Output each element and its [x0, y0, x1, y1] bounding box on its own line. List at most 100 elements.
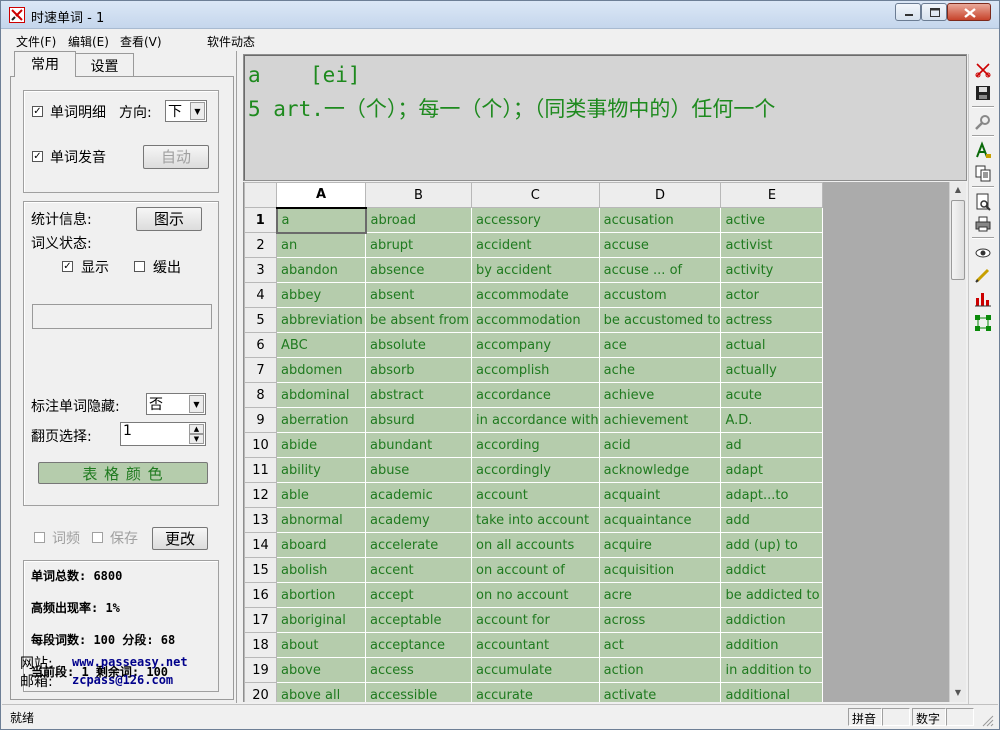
grid-cell[interactable]: across [598, 607, 722, 633]
grid-cell[interactable]: account for [471, 607, 600, 633]
row-header[interactable]: 14 [244, 532, 277, 558]
save-icon[interactable] [973, 83, 993, 103]
grid-cell[interactable]: aberration [276, 407, 366, 433]
menu-file[interactable]: 文件(F) [16, 33, 56, 50]
grid-cell[interactable]: actual [720, 332, 824, 358]
grid-cell[interactable]: acquaint [598, 482, 722, 508]
detail-checkbox[interactable]: ✓ [32, 106, 43, 117]
close-button[interactable] [947, 3, 991, 21]
grid-cell[interactable]: accelerate [365, 532, 472, 558]
grid-cell[interactable]: absorb [365, 357, 472, 383]
vertical-scrollbar[interactable]: ▲ ▼ [949, 182, 966, 702]
grid-cell[interactable]: be accustomed to [598, 307, 722, 333]
scroll-thumb[interactable] [951, 200, 965, 280]
column-header-d[interactable]: D [598, 182, 722, 208]
grid-cell[interactable]: accompany [471, 332, 600, 358]
grid-cell[interactable]: acceptable [365, 607, 472, 633]
grid-cell[interactable]: take into account [471, 507, 600, 533]
grid-cell[interactable]: accurate [471, 682, 600, 702]
row-header[interactable]: 13 [244, 507, 277, 533]
row-header[interactable]: 5 [244, 307, 277, 333]
grid-cell[interactable]: accordingly [471, 457, 600, 483]
grid-cell[interactable]: accumulate [471, 657, 600, 683]
menu-news[interactable]: 软件动态 [207, 33, 255, 50]
grid-cell[interactable]: be absent from [365, 307, 472, 333]
grid-cell[interactable]: additional [720, 682, 824, 702]
grid-cell[interactable]: be addicted to [720, 582, 824, 608]
grid-cell[interactable]: actor [720, 282, 824, 308]
grid-cell[interactable]: in addition to [720, 657, 824, 683]
grid-cell[interactable]: accident [471, 232, 600, 258]
grid-cell[interactable]: adapt...to [720, 482, 824, 508]
grid-cell[interactable]: able [276, 482, 366, 508]
grid-cell[interactable]: ace [598, 332, 722, 358]
bar-chart-icon[interactable] [973, 289, 993, 309]
grid-cell[interactable]: by accident [471, 257, 600, 283]
grid-cell[interactable]: accent [365, 557, 472, 583]
grid-cell[interactable]: abuse [365, 457, 472, 483]
grid-cell[interactable]: about [276, 632, 366, 658]
grid-cell[interactable]: accommodation [471, 307, 600, 333]
save-checkbox[interactable] [92, 532, 103, 543]
grid-cell[interactable]: activist [720, 232, 824, 258]
grid-cell[interactable]: abroad [365, 207, 472, 233]
row-header[interactable]: 11 [244, 457, 277, 483]
row-header[interactable]: 19 [244, 657, 277, 683]
row-header[interactable]: 10 [244, 432, 277, 458]
column-header-a[interactable]: A [276, 182, 366, 209]
grid-cell[interactable]: accusation [598, 207, 722, 233]
menu-edit[interactable]: 编辑(E) [68, 33, 109, 50]
chart-button[interactable]: 图示 [136, 207, 202, 231]
column-header-b[interactable]: B [365, 182, 472, 208]
grid-cell[interactable]: on no account [471, 582, 600, 608]
grid-cell[interactable]: according [471, 432, 600, 458]
row-header[interactable]: 12 [244, 482, 277, 508]
show-checkbox[interactable]: ✓ [62, 261, 73, 272]
hide-select[interactable]: 否 ▼ [146, 393, 206, 415]
grid-cell[interactable]: action [598, 657, 722, 683]
grid-cell[interactable]: active [720, 207, 824, 233]
row-header[interactable]: 3 [244, 257, 277, 283]
grid-cell[interactable]: accessible [365, 682, 472, 702]
copy-icon[interactable] [973, 163, 993, 183]
grid-cell[interactable]: abnormal [276, 507, 366, 533]
grid-cell[interactable]: abolish [276, 557, 366, 583]
grid-cell[interactable]: in accordance with [471, 407, 600, 433]
resize-grip-icon[interactable] [980, 713, 994, 727]
scroll-down-icon[interactable]: ▼ [950, 685, 966, 701]
title-bar[interactable]: 时速单词 - 1 [1, 1, 999, 29]
menu-view[interactable]: 查看(V) [120, 33, 162, 50]
grid-cell[interactable]: on all accounts [471, 532, 600, 558]
grid-cell[interactable]: acre [598, 582, 722, 608]
grid-cell[interactable]: ABC [276, 332, 366, 358]
stepper-down-icon[interactable]: ▼ [189, 434, 204, 444]
row-header[interactable]: 4 [244, 282, 277, 308]
grid-cell[interactable]: above [276, 657, 366, 683]
stepper-up-icon[interactable]: ▲ [189, 424, 204, 434]
grid-cell[interactable]: acknowledge [598, 457, 722, 483]
grid-cell[interactable]: accessory [471, 207, 600, 233]
grid-cell[interactable]: accustom [598, 282, 722, 308]
grid-cell[interactable]: accuse ... of [598, 257, 722, 283]
font-icon[interactable] [973, 141, 993, 161]
grid-cell[interactable]: abbey [276, 282, 366, 308]
tab-settings[interactable]: 设置 [76, 53, 134, 76]
grid-cell[interactable]: abandon [276, 257, 366, 283]
change-button[interactable]: 更改 [152, 527, 208, 550]
grid-cell[interactable]: absolute [365, 332, 472, 358]
grid-cell[interactable]: ad [720, 432, 824, 458]
maximize-button[interactable] [921, 3, 947, 21]
grid-cell[interactable]: abortion [276, 582, 366, 608]
grid-cell[interactable]: acid [598, 432, 722, 458]
grid-cell[interactable]: acceptance [365, 632, 472, 658]
pencil-icon[interactable] [973, 265, 993, 285]
grid-cell[interactable]: addiction [720, 607, 824, 633]
grid-cell[interactable]: access [365, 657, 472, 683]
minimize-button[interactable] [895, 3, 921, 21]
row-header[interactable]: 16 [244, 582, 277, 608]
grid-cell[interactable]: above all [276, 682, 366, 702]
grid-cell[interactable]: abbreviation [276, 307, 366, 333]
grid-cell[interactable]: ability [276, 457, 366, 483]
grid-cell[interactable]: an [276, 232, 366, 258]
row-header[interactable]: 15 [244, 557, 277, 583]
